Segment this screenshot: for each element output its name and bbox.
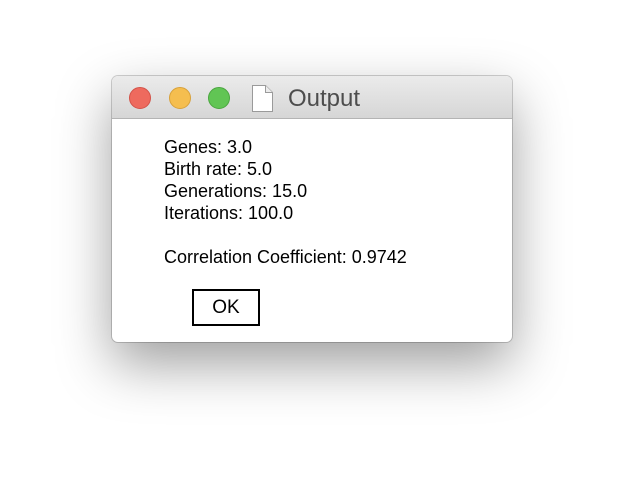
ok-button[interactable]: OK xyxy=(192,289,260,326)
zoom-window-button[interactable] xyxy=(208,87,230,109)
birth-rate-text: Birth rate: 5.0 xyxy=(164,159,273,179)
iterations-text: Iterations: 100.0 xyxy=(164,203,294,223)
window-title: Output xyxy=(288,85,361,112)
correlation-text: Correlation Coefficient: 0.9742 xyxy=(164,247,407,267)
title-bar[interactable]: Output xyxy=(112,76,512,119)
generations-text: Generations: 15.0 xyxy=(164,181,308,201)
minimize-window-button[interactable] xyxy=(169,87,191,109)
genes-text: Genes: 3.0 xyxy=(164,137,253,157)
desktop: Output Genes: 3.0 Birth rate: 5.0 Genera… xyxy=(0,0,624,490)
close-window-button[interactable] xyxy=(129,87,151,109)
document-icon xyxy=(252,85,273,112)
output-text: Genes: 3.0 Birth rate: 5.0 Generations: … xyxy=(164,136,407,268)
output-dialog: Output Genes: 3.0 Birth rate: 5.0 Genera… xyxy=(112,76,512,342)
